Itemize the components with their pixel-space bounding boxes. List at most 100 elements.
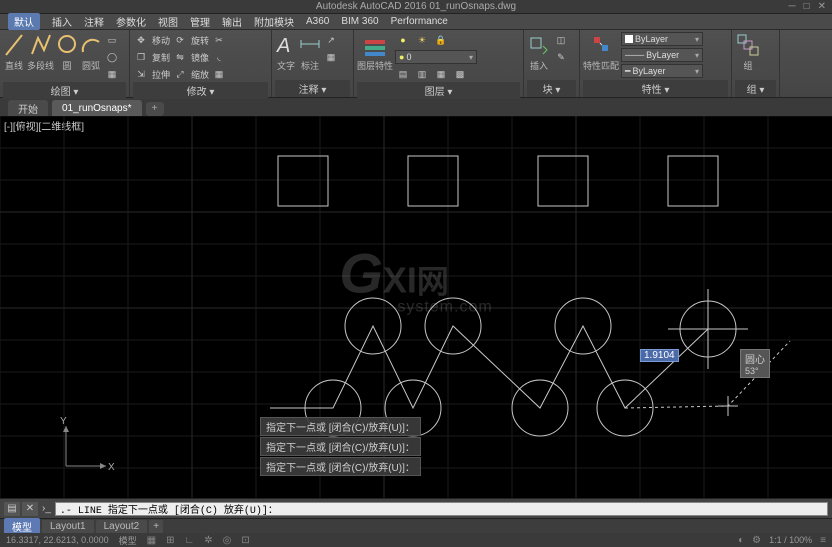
tab-start[interactable]: 开始	[8, 100, 48, 116]
tab-manage[interactable]: 管理	[190, 14, 210, 29]
prompt-line: 指定下一点或 [闭合(C)/放弃(U)]：	[260, 437, 421, 456]
isolate-icon[interactable]: ◐	[738, 535, 744, 546]
snap-toggle-icon[interactable]: ⊞	[166, 535, 174, 546]
panel-layer-label[interactable]: 图层 ▾	[357, 82, 520, 99]
tool-rect[interactable]: ▭	[104, 32, 120, 48]
title-bar: Autodesk AutoCAD 2016 01_runOsnaps.dwg ─…	[0, 0, 832, 14]
polar-toggle-icon[interactable]: ✲	[204, 535, 212, 546]
customize-icon[interactable]: ≡	[820, 535, 826, 546]
tool-circle[interactable]: 圆	[56, 32, 78, 72]
minimize-button[interactable]: ─	[788, 1, 795, 12]
ucs-icon: X Y	[56, 416, 116, 476]
color-dropdown[interactable]: ByLayer▾	[621, 32, 703, 46]
tab-annotate[interactable]: 注释	[84, 14, 104, 29]
panel-props-label[interactable]: 特性 ▾	[583, 80, 728, 97]
sun-icon: ☀	[414, 32, 430, 48]
cmd-close-button[interactable]: ✕	[22, 502, 38, 516]
tool-fillet[interactable]: ◟	[211, 49, 227, 65]
panel-group: 组 组 ▾	[732, 30, 780, 97]
panel-group-label[interactable]: 组 ▾	[735, 80, 776, 97]
layout-tab-1[interactable]: Layout1	[42, 520, 94, 533]
tab-insert[interactable]: 插入	[52, 14, 72, 29]
tool-move[interactable]: ✥移动	[133, 32, 170, 48]
command-line-bar: ▤ ✕ ›_	[0, 498, 832, 518]
maximize-button[interactable]: □	[804, 1, 810, 12]
tool-arc[interactable]: 圆弧	[80, 32, 102, 72]
layout-tab-strip: 模型 Layout1 Layout2 +	[0, 518, 832, 533]
layer-tools-row[interactable]: ▤▥▦▩	[395, 66, 477, 82]
tool-rotate[interactable]: ⟳旋转	[172, 32, 209, 48]
tab-addons[interactable]: 附加模块	[254, 14, 294, 29]
panel-block: 插入 ◫ ✎ 块 ▾	[524, 30, 580, 97]
tool-table[interactable]: ▦	[323, 49, 339, 65]
dyn-toggle-icon[interactable]: ⊡	[241, 535, 249, 546]
osnap-tooltip: 圆心 53°	[740, 349, 770, 378]
scale-icon: ⤢	[172, 66, 188, 82]
layout-tab-model[interactable]: 模型	[4, 518, 40, 535]
close-button[interactable]: ✕	[818, 1, 826, 12]
move-icon: ✥	[133, 32, 149, 48]
svg-text:Y: Y	[60, 416, 67, 427]
lineweight-dropdown[interactable]: ━ByLayer▾	[621, 64, 703, 78]
panel-annotate-label[interactable]: 注释 ▾	[275, 80, 350, 97]
svg-text:X: X	[108, 462, 115, 473]
tab-view[interactable]: 视图	[158, 14, 178, 29]
mirror-icon: ⇋	[172, 49, 188, 65]
new-tab-button[interactable]: +	[146, 102, 164, 116]
panel-block-label[interactable]: 块 ▾	[527, 80, 576, 97]
tool-scale[interactable]: ⤢缩放	[172, 66, 209, 82]
tool-trim[interactable]: ✂	[211, 32, 227, 48]
hardware-icon[interactable]: ⚙	[752, 535, 761, 546]
tool-array[interactable]: ▦	[211, 66, 227, 82]
tool-dim[interactable]: 标注	[299, 32, 321, 72]
cmd-prompt-icon: ›_	[42, 503, 51, 514]
tool-insert[interactable]: 插入	[527, 32, 551, 72]
layer-status-row[interactable]: ● ☀ 🔒	[395, 32, 477, 48]
layout-tab-2[interactable]: Layout2	[96, 520, 148, 533]
panel-draw-label[interactable]: 绘图 ▾	[3, 82, 126, 99]
panel-draw: 直线 多段线 圆 圆弧 ▭ ◯ ▦ 绘图 ▾	[0, 30, 130, 97]
tool-matchprops[interactable]: 特性匹配	[583, 32, 619, 72]
tool-copy[interactable]: ❐复制	[133, 49, 170, 65]
stretch-icon: ⇲	[133, 66, 149, 82]
tab-bim360[interactable]: BIM 360	[341, 16, 378, 27]
lock-icon: 🔒	[433, 32, 449, 48]
tool-hatch[interactable]: ▦	[104, 66, 120, 82]
tab-output[interactable]: 输出	[222, 14, 242, 29]
tool-text[interactable]: A 文字	[275, 32, 297, 72]
tool-edit-block[interactable]: ✎	[553, 49, 569, 65]
osnap-toggle-icon[interactable]: ◎	[223, 535, 232, 546]
tool-layerprops[interactable]: 图层特性	[357, 32, 393, 72]
tool-mirror[interactable]: ⇋镜像	[172, 49, 209, 65]
app-title: Autodesk AutoCAD 2016 01_runOsnaps.dwg	[316, 1, 516, 12]
tab-file[interactable]: 01_runOsnaps*	[52, 100, 142, 116]
status-space[interactable]: 模型	[119, 534, 137, 547]
linetype-dropdown[interactable]: ───ByLayer▾	[621, 48, 703, 62]
layout-tab-add[interactable]: +	[149, 520, 163, 533]
prompt-line: 指定下一点或 [闭合(C)/放弃(U)]：	[260, 457, 421, 476]
grid-toggle-icon[interactable]: ▦	[147, 535, 156, 546]
tab-a360[interactable]: A360	[306, 16, 329, 27]
tool-group[interactable]: 组	[735, 32, 761, 72]
tab-parametric[interactable]: 参数化	[116, 14, 146, 29]
tool-leader[interactable]: ↗	[323, 32, 339, 48]
panel-layer: 图层特性 ● ☀ 🔒 ●0▾ ▤▥▦▩ 图层 ▾	[354, 30, 524, 97]
dynamic-distance-input[interactable]: 1.9104	[640, 349, 679, 362]
tool-line[interactable]: 直线	[3, 32, 25, 72]
tab-default[interactable]: 默认	[8, 13, 40, 30]
panel-modify: ✥移动 ❐复制 ⇲拉伸 ⟳旋转 ⇋镜像 ⤢缩放 ✂ ◟ ▦ 修改 ▾	[130, 30, 272, 97]
tool-create-block[interactable]: ◫	[553, 32, 569, 48]
tab-performance[interactable]: Performance	[391, 16, 448, 27]
panel-modify-label[interactable]: 修改 ▾	[133, 82, 268, 99]
drawing-viewport[interactable]: [-][俯视][二维线框]	[0, 116, 832, 498]
tool-polyline[interactable]: 多段线	[27, 32, 54, 72]
command-input[interactable]	[55, 502, 828, 516]
tool-ellipse[interactable]: ◯	[104, 49, 120, 65]
layer-dropdown[interactable]: ●0▾	[395, 50, 477, 64]
svg-text:A: A	[276, 35, 290, 57]
rotate-icon: ⟳	[172, 32, 188, 48]
tool-stretch[interactable]: ⇲拉伸	[133, 66, 170, 82]
cmd-history-button[interactable]: ▤	[4, 502, 20, 516]
ortho-toggle-icon[interactable]: ∟	[184, 535, 194, 546]
ribbon: 直线 多段线 圆 圆弧 ▭ ◯ ▦ 绘图 ▾ ✥	[0, 30, 832, 98]
